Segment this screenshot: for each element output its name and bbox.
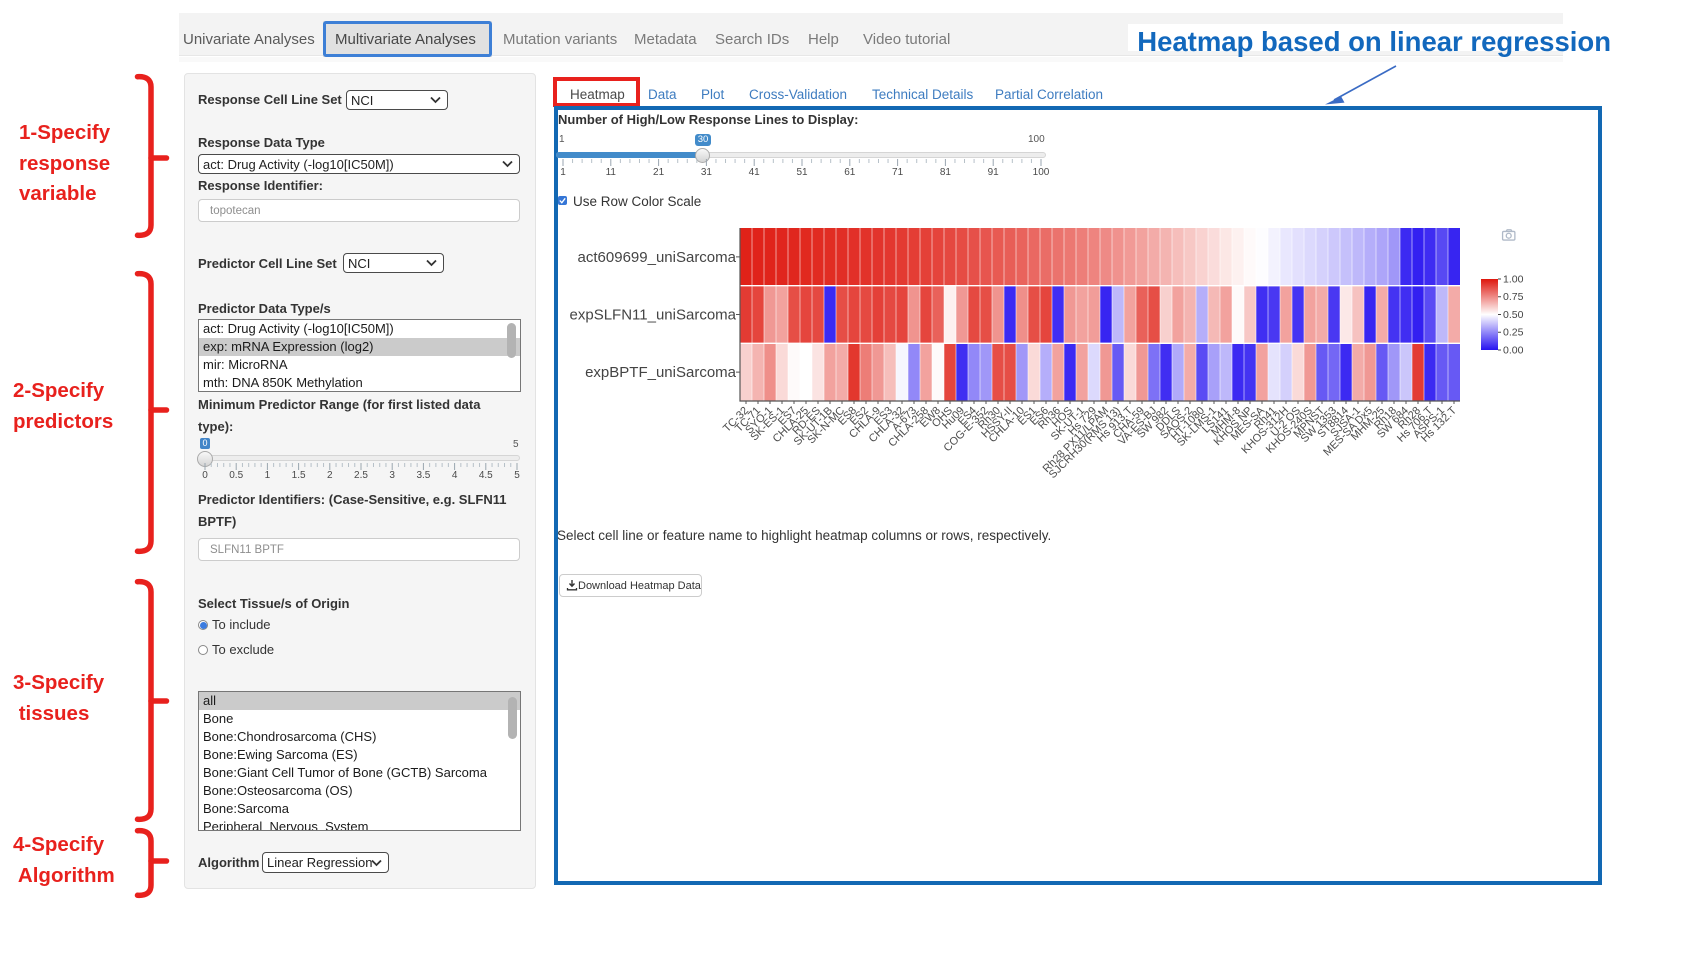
svg-text:0.50: 0.50: [1503, 309, 1524, 321]
svg-text:expBPTF_uniSarcoma: expBPTF_uniSarcoma: [585, 364, 737, 381]
svg-text:1.00: 1.00: [1503, 273, 1524, 285]
svg-text:0.00: 0.00: [1503, 344, 1524, 356]
svg-text:0.25: 0.25: [1503, 327, 1524, 339]
svg-text:0.75: 0.75: [1503, 291, 1524, 303]
svg-text:expSLFN11_uniSarcoma: expSLFN11_uniSarcoma: [570, 306, 737, 323]
svg-text:act609699_uniSarcoma: act609699_uniSarcoma: [578, 249, 737, 266]
